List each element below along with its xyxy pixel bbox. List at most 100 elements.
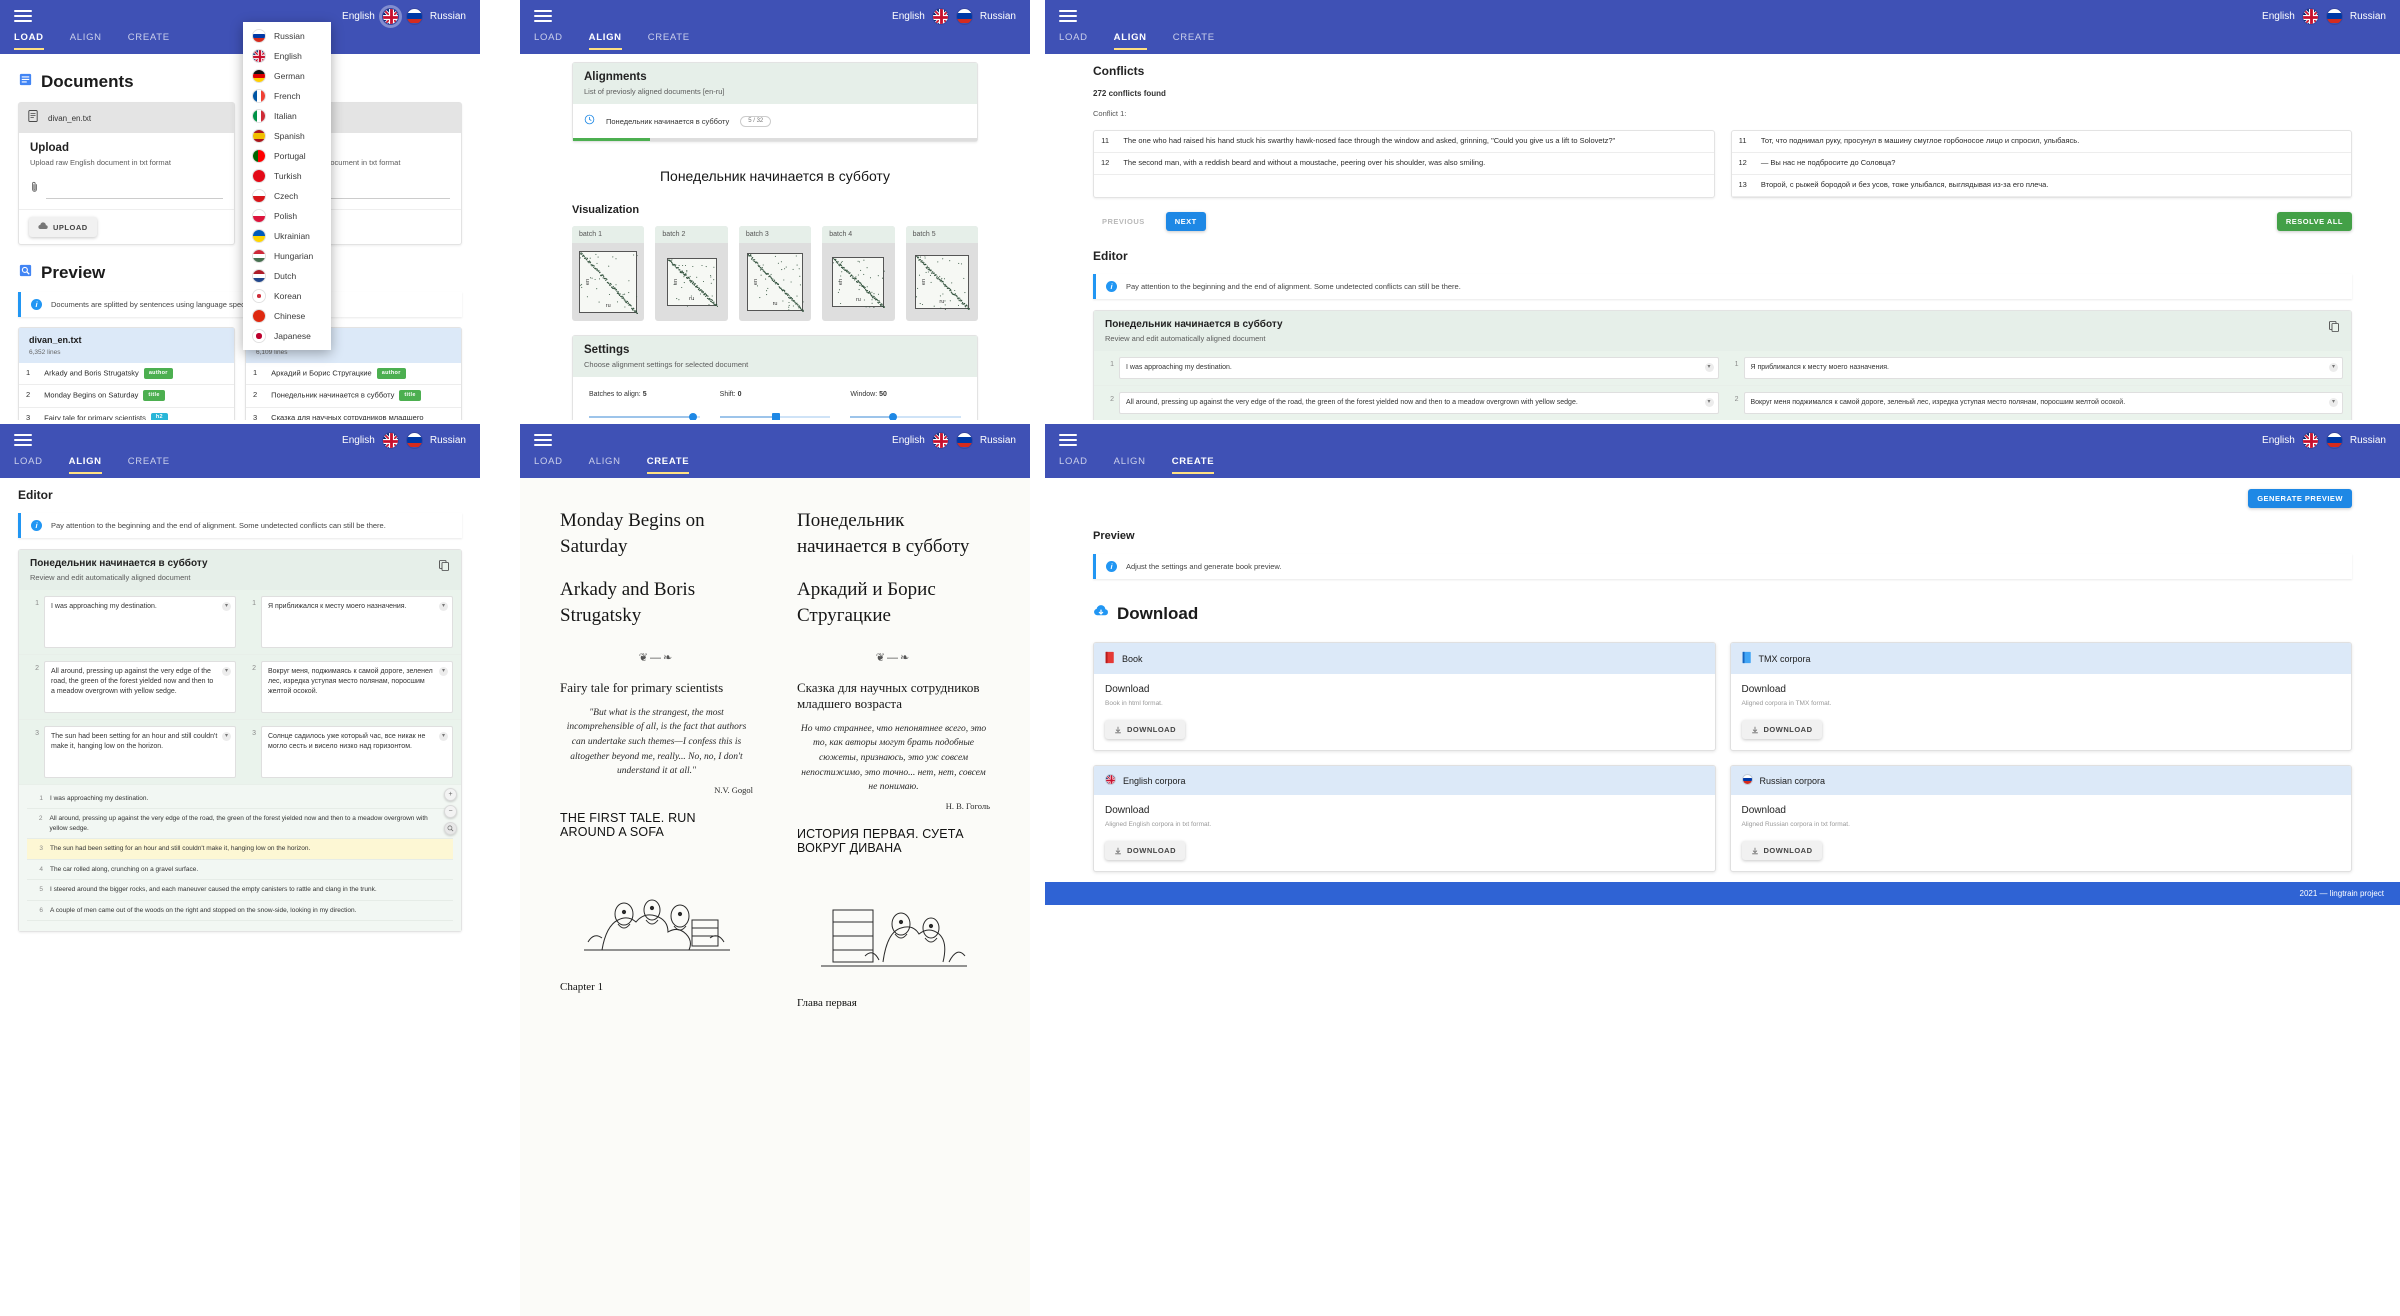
language-option-nl[interactable]: Dutch bbox=[243, 266, 331, 286]
language-option-ua[interactable]: Ukrainian bbox=[243, 226, 331, 246]
chevron-down-icon[interactable]: ▾ bbox=[2329, 362, 2338, 372]
editor-text-en[interactable]: I was approaching my destination. ▾ bbox=[44, 596, 236, 648]
copy-icon[interactable] bbox=[438, 558, 450, 576]
table-row[interactable]: 11 The one who had raised his hand stuck … bbox=[1094, 131, 1714, 153]
tab-load[interactable]: LOAD bbox=[14, 32, 44, 50]
editor-text-ru[interactable]: Я приближался к месту моего назначения. ▾ bbox=[261, 596, 453, 648]
shift-slider[interactable] bbox=[719, 410, 831, 420]
editor-subrow[interactable]: 3 The sun had been setting for an hour an… bbox=[27, 839, 453, 860]
tab-load[interactable]: LOAD bbox=[1059, 456, 1088, 472]
upload-button-en[interactable]: UPLOAD bbox=[29, 217, 97, 237]
flag-en-icon[interactable] bbox=[2301, 431, 2319, 449]
visualization-batch[interactable]: batch 5 en ru bbox=[905, 226, 979, 321]
batches-slider[interactable] bbox=[589, 410, 700, 420]
zoom-controls[interactable]: + − bbox=[444, 788, 457, 839]
language-option-en[interactable]: English bbox=[243, 46, 331, 66]
tab-align[interactable]: ALIGN bbox=[70, 32, 102, 48]
visualization-batch[interactable]: batch 1 en ru bbox=[572, 226, 645, 321]
copy-icon[interactable] bbox=[2328, 319, 2340, 337]
tab-create[interactable]: CREATE bbox=[648, 32, 690, 48]
editor-text-en[interactable]: All around, pressing up against the very… bbox=[44, 661, 236, 713]
language-option-ru[interactable]: Russian bbox=[243, 26, 331, 46]
tab-align[interactable]: ALIGN bbox=[1113, 32, 1147, 50]
chevron-down-icon[interactable]: ▾ bbox=[439, 732, 448, 741]
language-option-pt[interactable]: Portugal bbox=[243, 146, 331, 166]
flag-en-icon[interactable] bbox=[378, 4, 402, 28]
tab-align[interactable]: ALIGN bbox=[588, 32, 622, 50]
menu-icon[interactable] bbox=[1059, 10, 1077, 22]
table-row[interactable]: 13 Второй, с рыжей бородой и без усов, то… bbox=[1731, 174, 2351, 197]
download-button[interactable]: DOWNLOAD bbox=[1741, 841, 1822, 860]
tab-create[interactable]: CREATE bbox=[128, 456, 170, 472]
tab-create[interactable]: CREATE bbox=[1171, 456, 1215, 474]
language-option-pl[interactable]: Polish bbox=[243, 206, 331, 226]
file-input-en[interactable] bbox=[46, 184, 223, 199]
flag-ru-icon[interactable] bbox=[405, 431, 423, 449]
editor-text-ru[interactable]: Вокруг меня, поджимаясь к самой дороге, … bbox=[261, 661, 453, 713]
chevron-down-icon[interactable]: ▾ bbox=[439, 667, 448, 676]
flag-ru-icon[interactable] bbox=[2325, 431, 2343, 449]
editor-text-ru[interactable]: Я приближался к месту моего назначения. ▾ bbox=[1743, 356, 2343, 379]
editor-text-en[interactable]: All around, pressing up against the very… bbox=[1119, 391, 1719, 414]
previous-conflict-button[interactable]: PREVIOUS bbox=[1093, 212, 1154, 231]
menu-icon[interactable] bbox=[534, 10, 552, 22]
tab-align[interactable]: ALIGN bbox=[589, 456, 621, 472]
chevron-down-icon[interactable]: ▾ bbox=[1704, 397, 1714, 407]
chevron-down-icon[interactable]: ▾ bbox=[1704, 362, 1714, 372]
language-option-tr[interactable]: Turkish bbox=[243, 166, 331, 186]
tab-load[interactable]: LOAD bbox=[534, 456, 563, 472]
zoom-reset-icon[interactable] bbox=[444, 822, 457, 835]
table-row[interactable]: 2 Monday Begins on Saturday title bbox=[19, 384, 234, 408]
table-row[interactable]: 3 Сказка для научных сотрудников младшего… bbox=[246, 407, 461, 420]
tab-load[interactable]: LOAD bbox=[534, 32, 563, 48]
language-option-cn[interactable]: Chinese bbox=[243, 306, 331, 326]
editor-text-ru[interactable]: Солнце садилось уже который час, все ник… bbox=[261, 726, 453, 778]
visualization-batch[interactable]: batch 2 en ru bbox=[655, 226, 728, 321]
editor-subrow[interactable]: 4 The car rolled along, crunching on a gr… bbox=[27, 860, 453, 881]
table-row[interactable]: 12 The second man, with a reddish beard a… bbox=[1094, 152, 1714, 175]
language-dropdown[interactable]: Russian English German French Italian Spanish… bbox=[243, 22, 331, 350]
chevron-down-icon[interactable]: ▾ bbox=[222, 732, 231, 741]
download-button[interactable]: DOWNLOAD bbox=[1105, 841, 1185, 860]
table-row[interactable]: 3 Fairy tale for primary scientists h2 bbox=[19, 407, 234, 420]
chevron-down-icon[interactable]: ▾ bbox=[222, 602, 231, 611]
language-option-hu[interactable]: Hungarian bbox=[243, 246, 331, 266]
editor-text-ru[interactable]: Вокруг меня поджимался к самой дороге, з… bbox=[1743, 391, 2343, 414]
editor-subrow[interactable]: 5 I steered around the bigger rocks, and … bbox=[27, 880, 453, 901]
flag-ru-icon[interactable] bbox=[955, 7, 973, 25]
zoom-in-icon[interactable]: + bbox=[444, 788, 457, 801]
language-option-kr[interactable]: Korean bbox=[243, 286, 331, 306]
chevron-down-icon[interactable]: ▾ bbox=[222, 667, 231, 676]
chevron-down-icon[interactable]: ▾ bbox=[439, 602, 448, 611]
tab-align[interactable]: ALIGN bbox=[1114, 456, 1146, 472]
visualization-batch[interactable]: batch 3 en ru bbox=[738, 226, 812, 321]
next-conflict-button[interactable]: NEXT bbox=[1165, 211, 1206, 231]
flag-ru-icon[interactable] bbox=[955, 431, 973, 449]
resolve-all-button[interactable]: RESOLVE ALL bbox=[2276, 211, 2352, 231]
table-row[interactable]: 12— Вы нас не подбросите до Соловца? bbox=[1731, 152, 2351, 175]
window-slider[interactable] bbox=[850, 410, 962, 420]
menu-icon[interactable] bbox=[14, 10, 32, 22]
editor-subrow[interactable]: 6 A couple of men came out of the woods o… bbox=[27, 901, 453, 921]
tab-create[interactable]: CREATE bbox=[1173, 32, 1215, 48]
tab-load[interactable]: LOAD bbox=[1059, 32, 1088, 48]
visualization-batch[interactable]: batch 4 en ru bbox=[822, 226, 895, 321]
flag-en-icon[interactable] bbox=[2301, 7, 2319, 25]
download-button[interactable]: DOWNLOAD bbox=[1741, 720, 1822, 739]
menu-icon[interactable] bbox=[1059, 434, 1077, 446]
language-option-jp[interactable]: Japanese bbox=[243, 326, 331, 346]
language-option-it[interactable]: Italian bbox=[243, 106, 331, 126]
table-row[interactable]: 2 Понедельник начинается в субботу title bbox=[246, 384, 461, 408]
download-button[interactable]: DOWNLOAD bbox=[1105, 720, 1185, 739]
editor-text-en[interactable]: The sun had been setting for an hour and… bbox=[44, 726, 236, 778]
editor-subrow[interactable]: 2 All around, pressing up against the ver… bbox=[27, 809, 453, 840]
menu-icon[interactable] bbox=[14, 434, 32, 446]
language-option-cz[interactable]: Czech bbox=[243, 186, 331, 206]
generate-preview-button[interactable]: GENERATE PREVIEW bbox=[2248, 489, 2352, 508]
tab-create[interactable]: CREATE bbox=[128, 32, 170, 48]
language-option-de[interactable]: German bbox=[243, 66, 331, 86]
table-row[interactable]: 11 Тот, что поднимал руку, просунул в маш… bbox=[1731, 131, 2351, 153]
table-row[interactable]: 1 Аркадий и Борис Стругацкие author bbox=[246, 363, 461, 386]
tab-align[interactable]: ALIGN bbox=[68, 456, 102, 474]
zoom-out-icon[interactable]: − bbox=[444, 805, 457, 818]
